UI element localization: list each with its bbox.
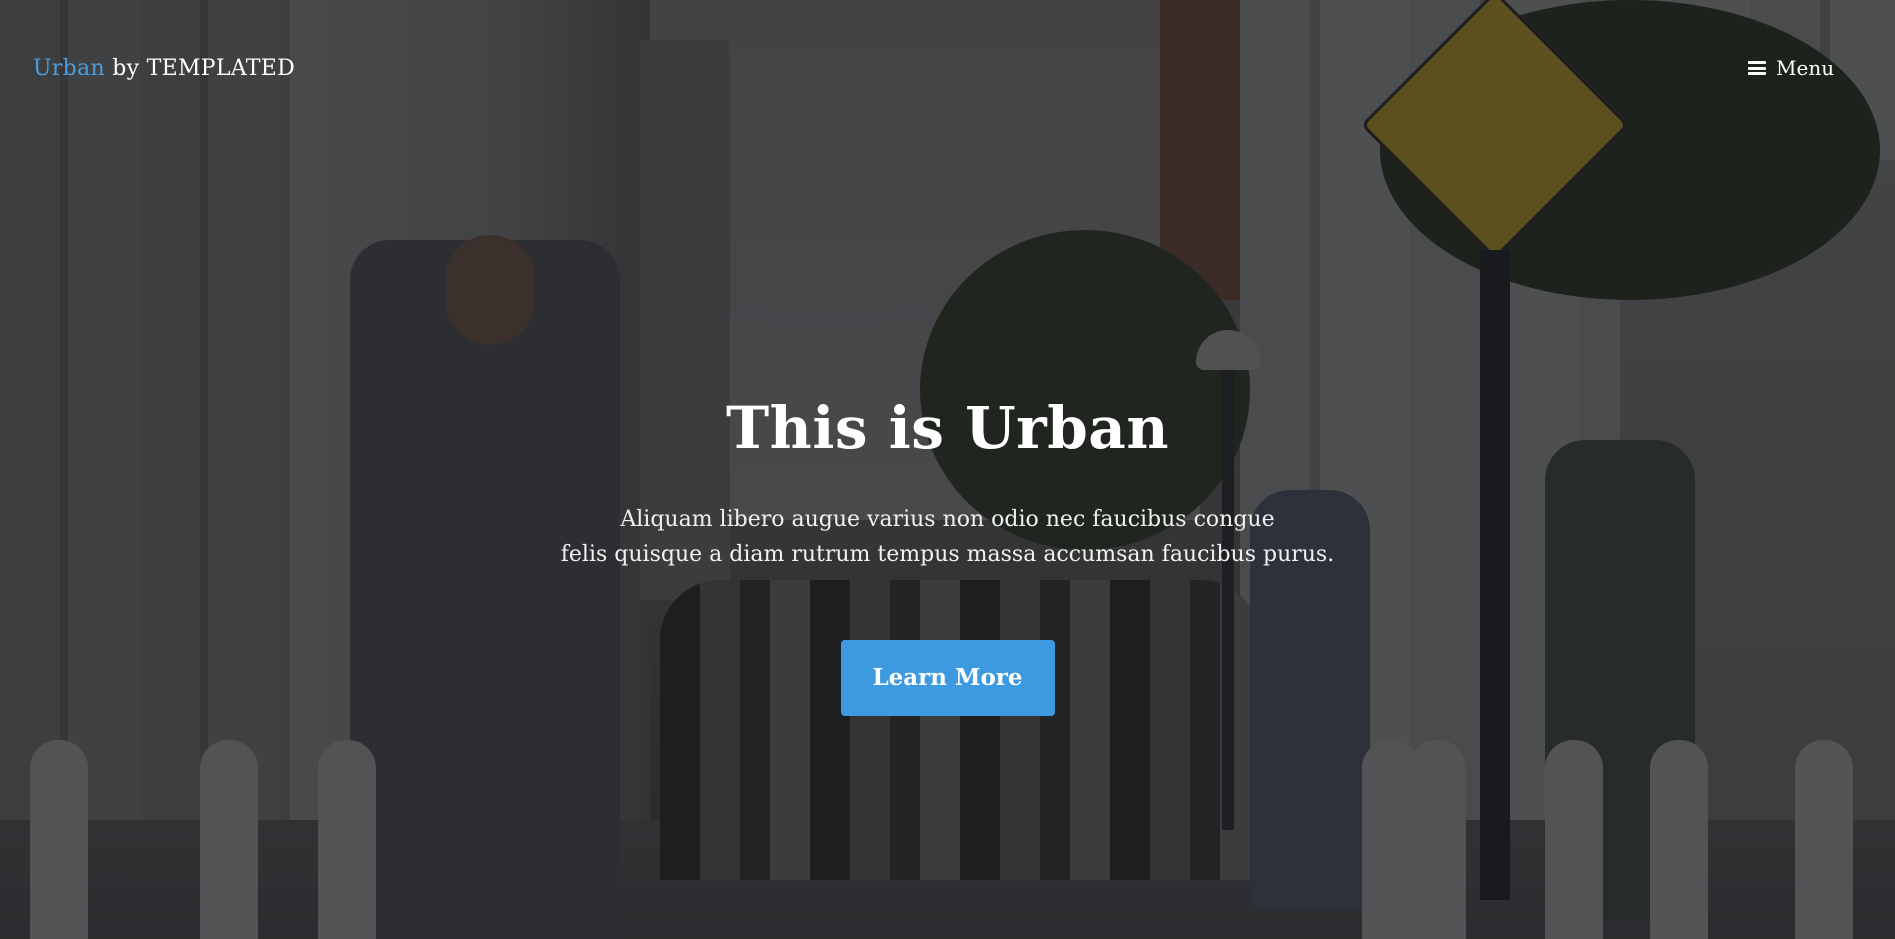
hamburger-icon xyxy=(1748,61,1766,75)
hero-description-line: Aliquam libero augue varius non odio nec… xyxy=(620,506,1275,532)
hero-description: Aliquam libero augue varius non odio nec… xyxy=(0,502,1895,572)
menu-label: Menu xyxy=(1776,56,1835,80)
hero-banner: This is Urban Aliquam libero augue variu… xyxy=(0,394,1895,717)
site-logo[interactable]: Urban by TEMPLATED xyxy=(33,56,295,81)
hero-description-line: felis quisque a diam rutrum tempus massa… xyxy=(560,541,1335,567)
logo-byline-text: by TEMPLATED xyxy=(104,56,296,81)
hero-title: This is Urban xyxy=(725,394,1170,462)
learn-more-button[interactable]: Learn More xyxy=(840,640,1055,717)
site-header: Urban by TEMPLATED Menu xyxy=(0,0,1895,140)
menu-button[interactable]: Menu xyxy=(1748,56,1834,80)
logo-brand-text: Urban xyxy=(33,56,105,81)
